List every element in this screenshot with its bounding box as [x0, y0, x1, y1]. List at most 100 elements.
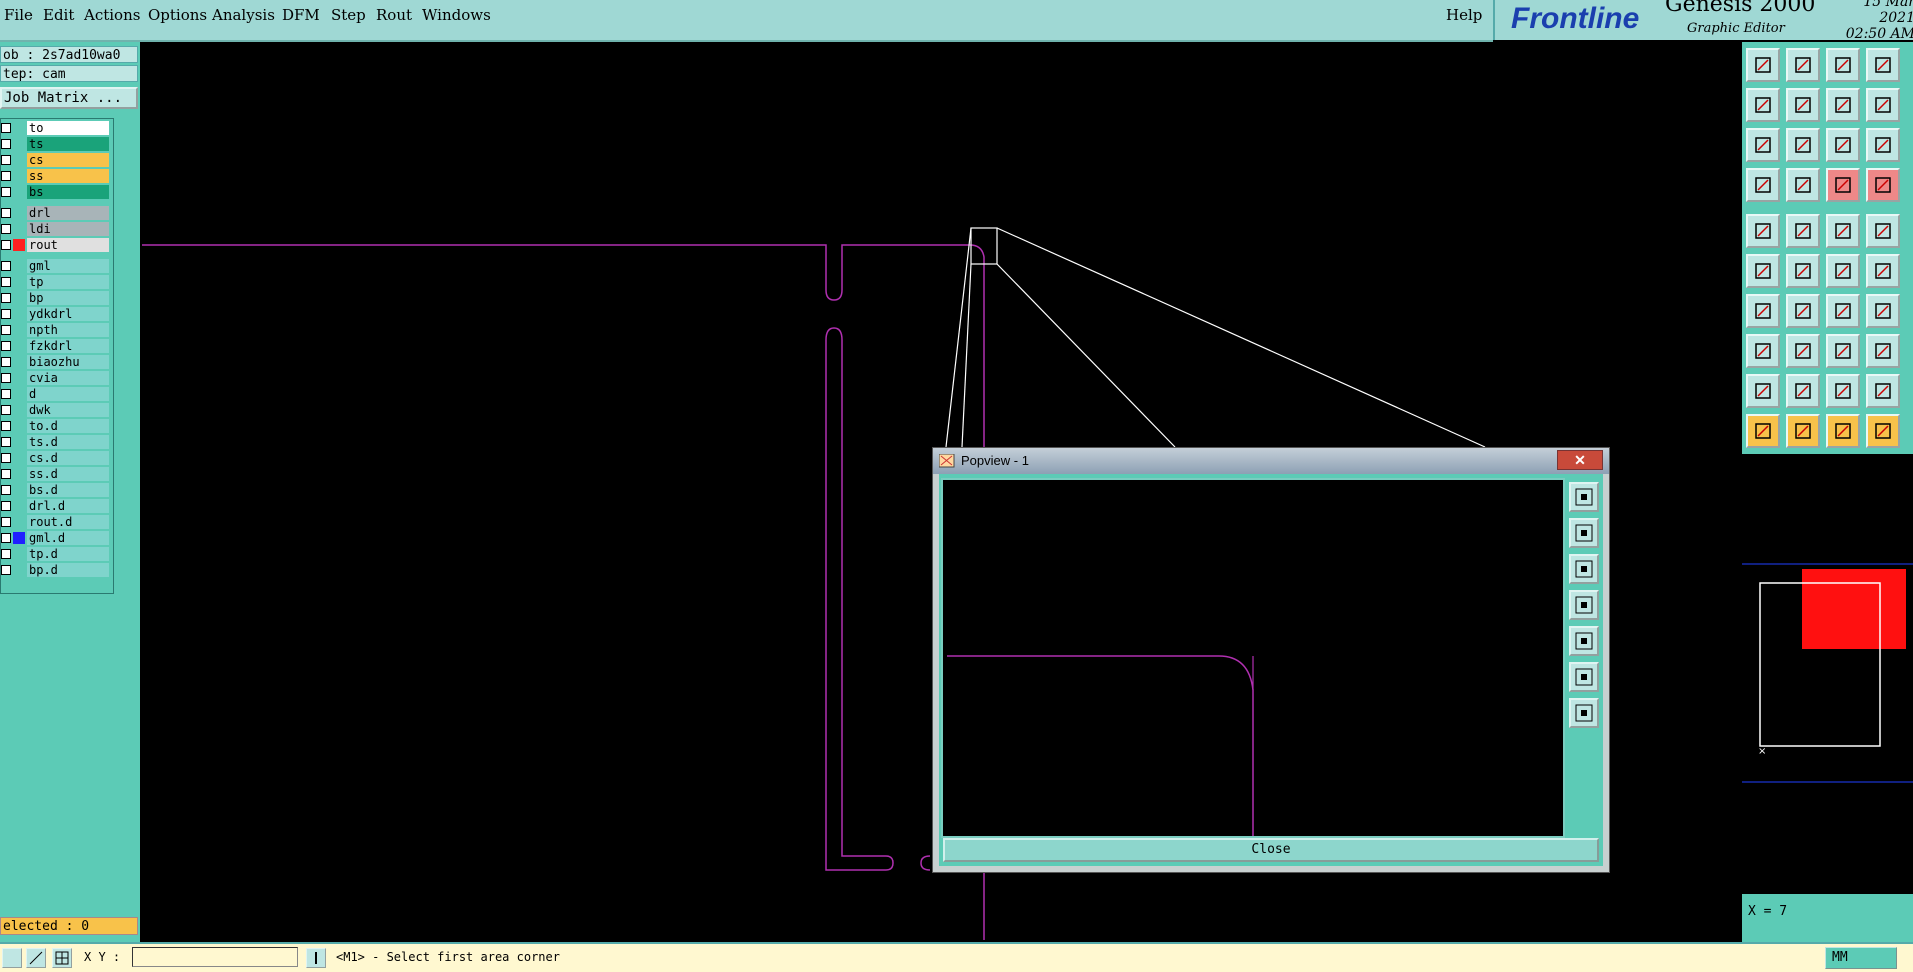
menu-analysis[interactable]: Analysis [212, 6, 275, 24]
layer-checkbox[interactable] [1, 437, 11, 447]
zoom-out-icon[interactable] [1826, 48, 1860, 82]
job-matrix-button[interactable]: Job Matrix ... [0, 87, 138, 109]
pv-up-icon[interactable] [1569, 518, 1599, 548]
ruler-icon[interactable] [1826, 214, 1860, 248]
zoom-fit-icon[interactable] [1866, 48, 1900, 82]
layer-checkbox[interactable] [1, 389, 11, 399]
layer-row-bs-d[interactable]: bs.d [1, 483, 111, 497]
menu-options[interactable]: Options [148, 6, 207, 24]
layer-row-npth[interactable]: npth [1, 323, 111, 337]
window-close-button[interactable]: ✕ [1557, 450, 1603, 470]
layer-row-gml[interactable]: gml [1, 259, 111, 273]
layer-checkbox[interactable] [1, 155, 11, 165]
select-add-icon[interactable] [1786, 414, 1820, 448]
layer-checkbox[interactable] [1, 469, 11, 479]
menu-step[interactable]: Step [331, 6, 366, 24]
layer-checkbox[interactable] [1, 565, 11, 575]
point-icon[interactable] [1826, 254, 1860, 288]
pv-zoom-icon[interactable] [1569, 482, 1599, 512]
layer-row-cs[interactable]: cs [1, 153, 111, 167]
layer-checkbox[interactable] [1, 325, 11, 335]
layer-checkbox[interactable] [1, 277, 11, 287]
popview-close-button[interactable]: Close [943, 838, 1599, 862]
units-select[interactable]: MM [1825, 947, 1897, 969]
pv-left-icon[interactable] [1569, 590, 1599, 620]
layer-row-rout[interactable]: rout [1, 238, 111, 252]
menu-actions[interactable]: Actions [84, 6, 140, 24]
measure-icon[interactable] [1786, 168, 1820, 202]
connect-icon[interactable] [1746, 254, 1780, 288]
net-icon[interactable] [1826, 168, 1860, 202]
layer-row-cvia[interactable]: cvia [1, 371, 111, 385]
layer-checkbox[interactable] [1, 453, 11, 463]
layer-row-ldi[interactable]: ldi [1, 222, 111, 236]
snap-mode-icon[interactable] [2, 948, 22, 968]
fit-profile-icon[interactable] [1786, 128, 1820, 162]
grid-icon[interactable] [52, 948, 72, 968]
popview-titlebar[interactable]: Popview - 1 ✕ [933, 448, 1609, 474]
layer-checkbox[interactable] [1, 421, 11, 431]
layer-row-drl-d[interactable]: drl.d [1, 499, 111, 513]
layer-checkbox[interactable] [1, 171, 11, 181]
pad-icon[interactable] [1746, 214, 1780, 248]
pv-fit-icon[interactable] [1569, 662, 1599, 692]
layer-checkbox[interactable] [1, 405, 11, 415]
mirror-icon[interactable] [1866, 294, 1900, 328]
layer-checkbox[interactable] [1, 517, 11, 527]
xy-input[interactable] [132, 947, 298, 967]
menu-help[interactable]: Help [1446, 6, 1482, 24]
layer-checkbox[interactable] [1, 123, 11, 133]
pan-center-icon[interactable] [1826, 88, 1860, 122]
layer-checkbox[interactable] [1, 485, 11, 495]
layer-row-ss-d[interactable]: ss.d [1, 467, 111, 481]
layer-row-d[interactable]: d [1, 387, 111, 401]
layer-checkbox[interactable] [1, 224, 11, 234]
menu-dfm[interactable]: DFM [282, 6, 320, 24]
layer-checkbox[interactable] [1, 139, 11, 149]
dot-icon[interactable] [1866, 214, 1900, 248]
zoom-in-icon[interactable] [1786, 48, 1820, 82]
overview-map[interactable]: × [1742, 454, 1913, 894]
layer-checkbox[interactable] [1, 501, 11, 511]
layer-checkbox[interactable] [1, 309, 11, 319]
layer-row-fzkdrl[interactable]: fzkdrl [1, 339, 111, 353]
net-rev-icon[interactable] [1866, 168, 1900, 202]
popview-canvas[interactable] [941, 478, 1565, 838]
layer-row-rout-d[interactable]: rout.d [1, 515, 111, 529]
info-icon[interactable] [306, 948, 326, 968]
select-move-icon[interactable] [1866, 414, 1900, 448]
layer-checkbox[interactable] [1, 341, 11, 351]
layer-checkbox[interactable] [1, 240, 11, 250]
layer-checkbox[interactable] [1, 373, 11, 383]
layer-row-to-d[interactable]: to.d [1, 419, 111, 433]
layer-row-drl[interactable]: drl [1, 206, 111, 220]
layer-row-tp-d[interactable]: tp.d [1, 547, 111, 561]
layer-row-bp[interactable]: bp [1, 291, 111, 305]
layer-row-ydkdrl[interactable]: ydkdrl [1, 307, 111, 321]
snap-icon[interactable] [1746, 168, 1780, 202]
pv-home-icon[interactable] [1569, 698, 1599, 728]
pv-right-icon[interactable] [1569, 626, 1599, 656]
tri-ref-icon[interactable] [1866, 374, 1900, 408]
query-icon[interactable] [1866, 128, 1900, 162]
menu-windows[interactable]: Windows [422, 6, 491, 24]
triangle-icon[interactable] [1746, 374, 1780, 408]
layer-row-bp-d[interactable]: bp.d [1, 563, 111, 577]
grid-diag-icon[interactable] [26, 948, 46, 968]
angle-icon[interactable] [1746, 294, 1780, 328]
group-icon[interactable] [1866, 334, 1900, 368]
point2-icon[interactable] [1866, 254, 1900, 288]
spacing-icon[interactable] [1826, 334, 1860, 368]
select-icon[interactable] [1746, 414, 1780, 448]
menu-file[interactable]: File [4, 6, 33, 24]
layer-checkbox[interactable] [1, 533, 11, 543]
layer-checkbox[interactable] [1, 357, 11, 367]
dash-icon[interactable] [1786, 334, 1820, 368]
zoom-home-icon[interactable] [1746, 48, 1780, 82]
rotate-icon[interactable] [1826, 294, 1860, 328]
fit-screen-icon[interactable] [1746, 128, 1780, 162]
menu-rout[interactable]: Rout [376, 6, 412, 24]
layer-checkbox[interactable] [1, 187, 11, 197]
layer-row-biaozhu[interactable]: biaozhu [1, 355, 111, 369]
layer-row-dwk[interactable]: dwk [1, 403, 111, 417]
